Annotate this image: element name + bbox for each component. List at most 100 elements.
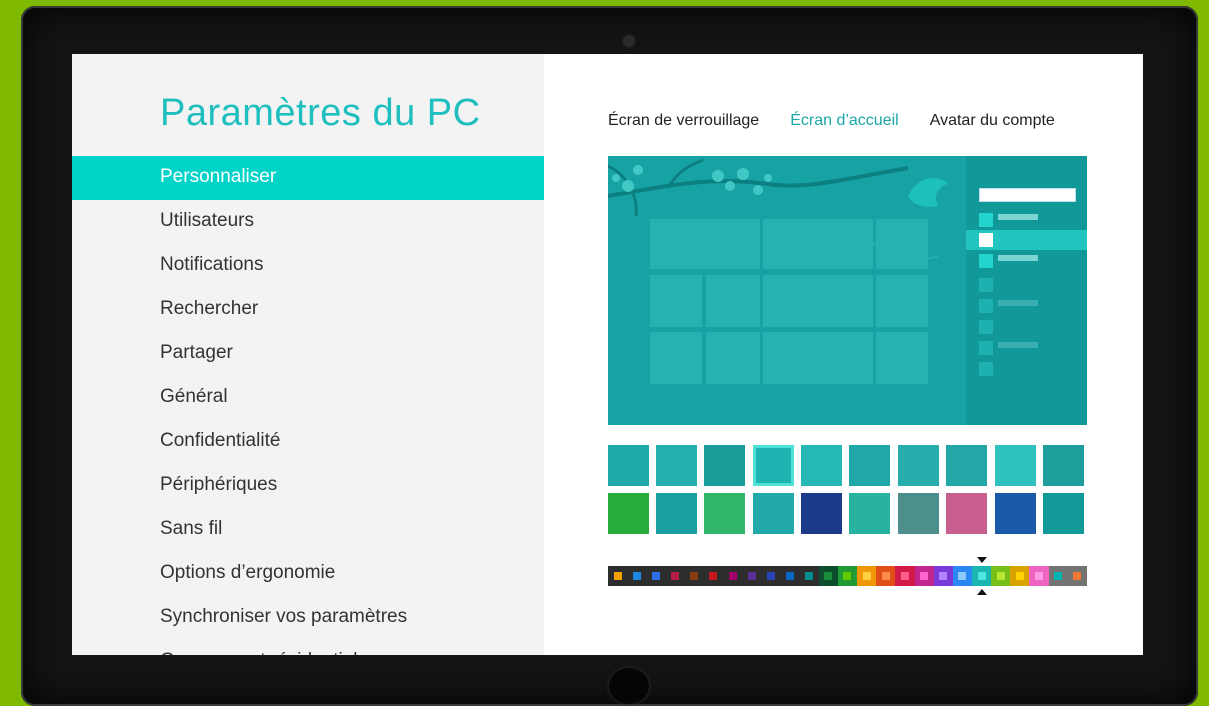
color-swatch[interactable] — [952, 566, 972, 586]
color-swatch-dot — [1035, 572, 1044, 580]
color-swatch-dot — [920, 572, 929, 580]
tab-lock-screen[interactable]: Écran de verrouillage — [608, 112, 759, 130]
color-swatch[interactable] — [627, 566, 647, 586]
color-swatch-dot — [977, 572, 986, 580]
color-swatch-dot — [862, 572, 871, 580]
pattern-thumb[interactable] — [898, 493, 939, 534]
preview-row-bar — [998, 300, 1038, 306]
pattern-thumb[interactable] — [704, 445, 745, 486]
tile — [763, 275, 873, 327]
color-swatch[interactable] — [684, 566, 704, 586]
color-swatch-dot — [900, 572, 909, 580]
nav-item-confidentialite[interactable]: Confidentialité — [72, 420, 544, 464]
color-swatch[interactable] — [608, 566, 628, 586]
color-marker-bottom-icon — [976, 589, 987, 595]
nav-item-ergonomie[interactable]: Options d’ergonomie — [72, 552, 544, 596]
color-swatch-dot — [1073, 572, 1082, 580]
color-swatch-dot — [843, 572, 852, 580]
preview-row-icon — [979, 213, 993, 227]
tile — [706, 332, 760, 384]
color-swatch[interactable] — [703, 566, 723, 586]
color-swatch-dot — [747, 572, 756, 580]
color-swatch[interactable] — [818, 566, 838, 586]
preview-row-icon — [979, 254, 993, 268]
color-swatch[interactable] — [857, 566, 877, 586]
color-swatch[interactable] — [646, 566, 666, 586]
nav-item-utilisateurs[interactable]: Utilisateurs — [72, 200, 544, 244]
color-swatch[interactable] — [799, 566, 819, 586]
color-swatch[interactable] — [895, 566, 915, 586]
pattern-thumb[interactable] — [946, 493, 987, 534]
pattern-thumb[interactable] — [946, 445, 987, 486]
color-swatch-dot — [632, 572, 641, 580]
tab-start-screen[interactable]: Écran d’accueil — [790, 112, 899, 130]
color-swatch[interactable] — [837, 566, 858, 586]
color-swatch-dot — [805, 572, 814, 580]
nav-item-groupement-residentiel[interactable]: Groupement résidentiel — [72, 640, 544, 655]
nav-item-general[interactable]: Général — [72, 376, 544, 420]
color-swatch-dot — [824, 572, 833, 580]
preview-settings-panel — [966, 156, 1087, 425]
tile — [706, 275, 760, 327]
color-swatch[interactable] — [1010, 566, 1030, 586]
pattern-thumb[interactable] — [995, 445, 1036, 486]
color-swatch[interactable] — [876, 566, 896, 586]
color-swatch[interactable] — [780, 566, 800, 586]
color-swatch[interactable] — [665, 566, 685, 586]
preview-row-icon — [979, 362, 993, 376]
preview-row-bar — [998, 214, 1038, 220]
color-swatch-dot — [939, 572, 948, 580]
pattern-thumb[interactable] — [608, 445, 649, 486]
color-swatch-dot — [651, 572, 660, 580]
color-swatch[interactable] — [1067, 566, 1087, 586]
color-swatch[interactable] — [742, 566, 762, 586]
nav-item-partager[interactable]: Partager — [72, 332, 544, 376]
nav-item-peripheriques[interactable]: Périphériques — [72, 464, 544, 508]
color-swatch[interactable] — [722, 566, 743, 586]
color-swatch-dot — [1054, 572, 1063, 580]
pattern-thumb[interactable] — [849, 445, 890, 486]
pattern-thumb[interactable] — [995, 493, 1036, 534]
pattern-thumb[interactable] — [849, 493, 890, 534]
start-screen-preview — [608, 156, 1087, 425]
color-marker-top-icon — [976, 557, 987, 563]
pattern-thumb[interactable] — [801, 493, 842, 534]
screen: Paramètres du PC Personnaliser Utilisate… — [72, 54, 1143, 655]
color-swatch[interactable] — [991, 566, 1011, 586]
pattern-thumb[interactable] — [1043, 493, 1084, 534]
pattern-thumb[interactable] — [656, 493, 697, 534]
color-swatch-dot — [709, 572, 718, 580]
color-swatch[interactable] — [914, 566, 934, 586]
nav-item-synchroniser[interactable]: Synchroniser vos paramètres — [72, 596, 544, 640]
color-swatch[interactable] — [933, 566, 953, 586]
nav-item-rechercher[interactable]: Rechercher — [72, 288, 544, 332]
color-swatch-dot — [671, 572, 680, 580]
color-palette — [608, 566, 1087, 586]
pattern-thumb[interactable] — [704, 493, 745, 534]
color-swatch[interactable] — [1048, 566, 1068, 586]
settings-nav: Personnaliser Utilisateurs Notifications… — [72, 156, 544, 655]
color-swatch[interactable] — [761, 566, 781, 586]
color-swatch[interactable] — [1029, 566, 1049, 586]
preview-row-icon — [979, 320, 993, 334]
personalize-tabs: Écran de verrouillage Écran d’accueil Av… — [608, 112, 1055, 130]
tile — [763, 332, 873, 384]
pattern-thumb-selected[interactable] — [753, 445, 794, 486]
pattern-thumb[interactable] — [898, 445, 939, 486]
pattern-thumb[interactable] — [1043, 445, 1084, 486]
pattern-thumb[interactable] — [656, 445, 697, 486]
pattern-thumb[interactable] — [608, 493, 649, 534]
nav-item-personnaliser[interactable]: Personnaliser — [72, 156, 544, 200]
color-swatch-dot — [690, 572, 699, 580]
tab-account-picture[interactable]: Avatar du compte — [930, 112, 1055, 130]
pattern-thumb[interactable] — [801, 445, 842, 486]
nav-item-sans-fil[interactable]: Sans fil — [72, 508, 544, 552]
color-swatch-dot — [996, 572, 1005, 580]
preview-row-icon — [979, 278, 993, 292]
pattern-thumb[interactable] — [753, 493, 794, 534]
tile — [763, 219, 873, 269]
color-swatch[interactable] — [971, 566, 992, 586]
windows-button[interactable] — [609, 668, 649, 704]
nav-item-notifications[interactable]: Notifications — [72, 244, 544, 288]
tile — [650, 219, 760, 269]
